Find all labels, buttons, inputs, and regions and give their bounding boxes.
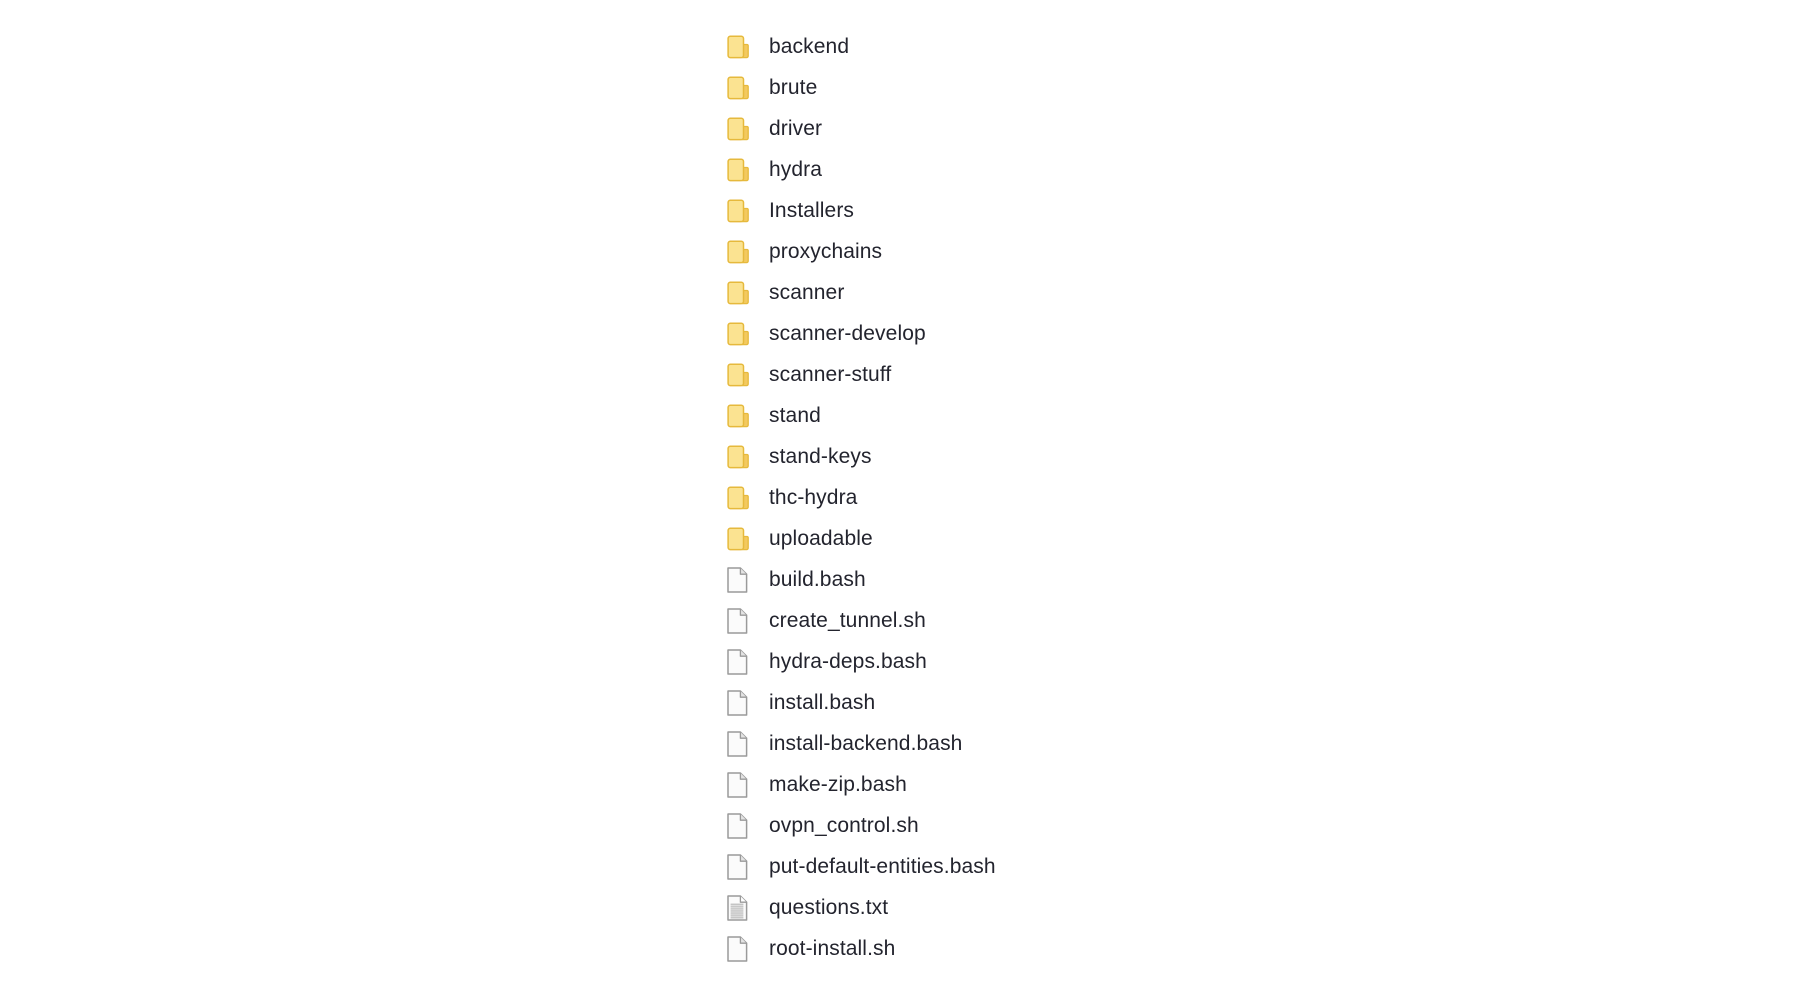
file-row[interactable]: build.bash (727, 559, 1327, 600)
file-row[interactable]: install-backend.bash (727, 723, 1327, 764)
entry-label: uploadable (769, 527, 873, 550)
entry-label: ovpn_control.sh (769, 814, 919, 837)
folder-icon (727, 237, 755, 267)
file-icon (727, 647, 755, 677)
folder-row[interactable]: Installers (727, 190, 1327, 231)
file-row[interactable]: questions.txt (727, 887, 1327, 928)
entry-label: driver (769, 117, 823, 140)
file-row[interactable]: root-install.sh (727, 928, 1327, 969)
file-row[interactable]: install.bash (727, 682, 1327, 723)
folder-row[interactable]: scanner-develop (727, 313, 1327, 354)
file-icon (727, 606, 755, 636)
entry-label: hydra (769, 158, 823, 181)
entry-label: Installers (769, 199, 855, 222)
file-icon (727, 688, 755, 718)
file-row[interactable]: hydra-deps.bash (727, 641, 1327, 682)
entry-label: install-backend.bash (769, 732, 963, 755)
folder-row[interactable]: stand-keys (727, 436, 1327, 477)
file-icon (727, 811, 755, 841)
folder-row[interactable]: proxychains (727, 231, 1327, 272)
folder-icon (727, 442, 755, 472)
folder-icon (727, 360, 755, 390)
file-row[interactable]: create_tunnel.sh (727, 600, 1327, 641)
folder-icon (727, 114, 755, 144)
folder-icon (727, 155, 755, 185)
folder-icon (727, 319, 755, 349)
file-icon (727, 934, 755, 964)
entry-label: stand (769, 404, 821, 427)
folder-row[interactable]: hydra (727, 149, 1327, 190)
file-icon (727, 729, 755, 759)
folder-icon (727, 32, 755, 62)
folder-row[interactable]: brute (727, 67, 1327, 108)
entry-label: put-default-entities.bash (769, 855, 996, 878)
entry-label: make-zip.bash (769, 773, 907, 796)
entry-label: scanner-develop (769, 322, 926, 345)
folder-row[interactable]: uploadable (727, 518, 1327, 559)
folder-icon (727, 278, 755, 308)
folder-row[interactable]: driver (727, 108, 1327, 149)
file-listing: backend brute driver hydra Installers proxych… (727, 26, 1327, 969)
file-row[interactable]: make-zip.bash (727, 764, 1327, 805)
file-row[interactable]: ovpn_control.sh (727, 805, 1327, 846)
folder-row[interactable]: scanner (727, 272, 1327, 313)
entry-label: stand-keys (769, 445, 872, 468)
file-icon (727, 565, 755, 595)
folder-row[interactable]: scanner-stuff (727, 354, 1327, 395)
entry-label: brute (769, 76, 818, 99)
entry-label: backend (769, 35, 850, 58)
folder-icon (727, 524, 755, 554)
folder-row[interactable]: thc-hydra (727, 477, 1327, 518)
text-file-icon (727, 893, 755, 923)
entry-label: thc-hydra (769, 486, 858, 509)
entry-label: create_tunnel.sh (769, 609, 926, 632)
entry-label: root-install.sh (769, 937, 896, 960)
folder-icon (727, 73, 755, 103)
entry-label: questions.txt (769, 896, 889, 919)
folder-icon (727, 196, 755, 226)
folder-row[interactable]: backend (727, 26, 1327, 67)
folder-row[interactable]: stand (727, 395, 1327, 436)
entry-label: build.bash (769, 568, 866, 591)
folder-icon (727, 401, 755, 431)
file-row[interactable]: put-default-entities.bash (727, 846, 1327, 887)
entry-label: proxychains (769, 240, 883, 263)
entry-label: scanner (769, 281, 845, 304)
file-icon (727, 770, 755, 800)
file-icon (727, 852, 755, 882)
entry-label: install.bash (769, 691, 876, 714)
folder-icon (727, 483, 755, 513)
entry-label: hydra-deps.bash (769, 650, 927, 673)
entry-label: scanner-stuff (769, 363, 892, 386)
